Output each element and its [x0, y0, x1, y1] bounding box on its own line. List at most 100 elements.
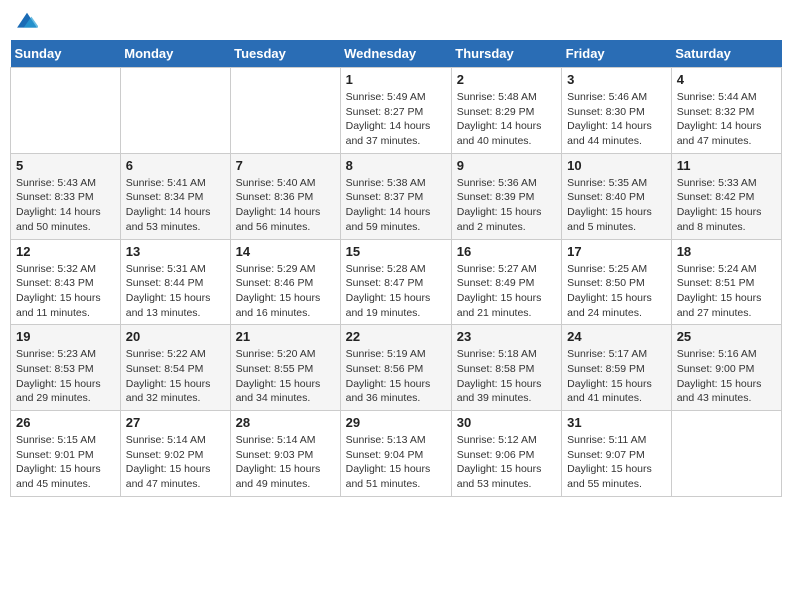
day-cell: 14 Sunrise: 5:29 AM Sunset: 8:46 PM Dayli… — [230, 239, 340, 325]
day-cell — [11, 68, 121, 154]
day-info: Sunrise: 5:46 AM Sunset: 8:30 PM Dayligh… — [567, 90, 666, 149]
day-number: 10 — [567, 158, 666, 173]
week-row-1: 1 Sunrise: 5:49 AM Sunset: 8:27 PM Daylig… — [11, 68, 782, 154]
week-row-4: 19 Sunrise: 5:23 AM Sunset: 8:53 PM Dayli… — [11, 325, 782, 411]
day-cell: 22 Sunrise: 5:19 AM Sunset: 8:56 PM Dayli… — [340, 325, 451, 411]
day-cell: 23 Sunrise: 5:18 AM Sunset: 8:58 PM Dayli… — [451, 325, 561, 411]
day-cell: 5Sunrise: 5:43 AM Sunset: 8:33 PM Daylig… — [11, 153, 121, 239]
day-number: 13 — [126, 244, 225, 259]
day-info: Sunrise: 5:35 AM Sunset: 8:40 PM Dayligh… — [567, 176, 666, 235]
day-cell: 17 Sunrise: 5:25 AM Sunset: 8:50 PM Dayli… — [562, 239, 672, 325]
day-cell — [230, 68, 340, 154]
day-number: 12 — [16, 244, 115, 259]
calendar: SundayMondayTuesdayWednesdayThursdayFrid… — [10, 40, 782, 497]
day-info: Sunrise: 5:36 AM Sunset: 8:39 PM Dayligh… — [457, 176, 556, 235]
day-cell: 31 Sunrise: 5:11 AM Sunset: 9:07 PM Dayli… — [562, 411, 672, 497]
day-cell: 16 Sunrise: 5:27 AM Sunset: 8:49 PM Dayli… — [451, 239, 561, 325]
day-number: 25 — [677, 329, 776, 344]
day-number: 6 — [126, 158, 225, 173]
logo-icon — [16, 10, 38, 32]
day-cell: 7 Sunrise: 5:40 AM Sunset: 8:36 PM Daylig… — [230, 153, 340, 239]
day-header-saturday: Saturday — [671, 40, 781, 68]
day-info: Sunrise: 5:27 AM Sunset: 8:49 PM Dayligh… — [457, 262, 556, 321]
day-number: 14 — [236, 244, 335, 259]
day-cell: 2 Sunrise: 5:48 AM Sunset: 8:29 PM Daylig… — [451, 68, 561, 154]
day-number: 20 — [126, 329, 225, 344]
day-info: Sunrise: 5:11 AM Sunset: 9:07 PM Dayligh… — [567, 433, 666, 492]
logo — [14, 10, 38, 32]
day-header-friday: Friday — [562, 40, 672, 68]
day-info: Sunrise: 5:28 AM Sunset: 8:47 PM Dayligh… — [346, 262, 446, 321]
day-number: 22 — [346, 329, 446, 344]
day-number: 17 — [567, 244, 666, 259]
day-info: Sunrise: 5:15 AM Sunset: 9:01 PM Dayligh… — [16, 433, 115, 492]
day-number: 1 — [346, 72, 446, 87]
day-info: Sunrise: 5:23 AM Sunset: 8:53 PM Dayligh… — [16, 347, 115, 406]
day-number: 30 — [457, 415, 556, 430]
day-info: Sunrise: 5:32 AM Sunset: 8:43 PM Dayligh… — [16, 262, 115, 321]
day-cell: 4 Sunrise: 5:44 AM Sunset: 8:32 PM Daylig… — [671, 68, 781, 154]
day-number: 4 — [677, 72, 776, 87]
day-number: 16 — [457, 244, 556, 259]
day-cell: 9Sunrise: 5:36 AM Sunset: 8:39 PM Daylig… — [451, 153, 561, 239]
day-number: 26 — [16, 415, 115, 430]
day-info: Sunrise: 5:33 AM Sunset: 8:42 PM Dayligh… — [677, 176, 776, 235]
day-info: Sunrise: 5:40 AM Sunset: 8:36 PM Dayligh… — [236, 176, 335, 235]
day-number: 29 — [346, 415, 446, 430]
day-number: 15 — [346, 244, 446, 259]
day-info: Sunrise: 5:13 AM Sunset: 9:04 PM Dayligh… — [346, 433, 446, 492]
day-info: Sunrise: 5:22 AM Sunset: 8:54 PM Dayligh… — [126, 347, 225, 406]
day-number: 31 — [567, 415, 666, 430]
day-cell: 11 Sunrise: 5:33 AM Sunset: 8:42 PM Dayli… — [671, 153, 781, 239]
day-number: 23 — [457, 329, 556, 344]
day-info: Sunrise: 5:17 AM Sunset: 8:59 PM Dayligh… — [567, 347, 666, 406]
day-info: Sunrise: 5:48 AM Sunset: 8:29 PM Dayligh… — [457, 90, 556, 149]
day-info: Sunrise: 5:43 AM Sunset: 8:33 PM Dayligh… — [16, 176, 115, 235]
day-number: 21 — [236, 329, 335, 344]
day-info: Sunrise: 5:31 AM Sunset: 8:44 PM Dayligh… — [126, 262, 225, 321]
day-cell: 20 Sunrise: 5:22 AM Sunset: 8:54 PM Dayli… — [120, 325, 230, 411]
day-info: Sunrise: 5:29 AM Sunset: 8:46 PM Dayligh… — [236, 262, 335, 321]
day-info: Sunrise: 5:14 AM Sunset: 9:02 PM Dayligh… — [126, 433, 225, 492]
day-header-tuesday: Tuesday — [230, 40, 340, 68]
week-row-5: 26 Sunrise: 5:15 AM Sunset: 9:01 PM Dayli… — [11, 411, 782, 497]
day-cell: 24Sunrise: 5:17 AM Sunset: 8:59 PM Dayli… — [562, 325, 672, 411]
day-cell: 21Sunrise: 5:20 AM Sunset: 8:55 PM Dayli… — [230, 325, 340, 411]
day-cell: 8Sunrise: 5:38 AM Sunset: 8:37 PM Daylig… — [340, 153, 451, 239]
day-info: Sunrise: 5:38 AM Sunset: 8:37 PM Dayligh… — [346, 176, 446, 235]
day-info: Sunrise: 5:16 AM Sunset: 9:00 PM Dayligh… — [677, 347, 776, 406]
day-number: 28 — [236, 415, 335, 430]
day-cell: 15 Sunrise: 5:28 AM Sunset: 8:47 PM Dayli… — [340, 239, 451, 325]
day-cell: 10 Sunrise: 5:35 AM Sunset: 8:40 PM Dayli… — [562, 153, 672, 239]
day-info: Sunrise: 5:18 AM Sunset: 8:58 PM Dayligh… — [457, 347, 556, 406]
day-info: Sunrise: 5:41 AM Sunset: 8:34 PM Dayligh… — [126, 176, 225, 235]
day-header-monday: Monday — [120, 40, 230, 68]
day-cell: 6 Sunrise: 5:41 AM Sunset: 8:34 PM Daylig… — [120, 153, 230, 239]
day-cell — [120, 68, 230, 154]
day-cell: 27Sunrise: 5:14 AM Sunset: 9:02 PM Dayli… — [120, 411, 230, 497]
day-number: 11 — [677, 158, 776, 173]
day-info: Sunrise: 5:25 AM Sunset: 8:50 PM Dayligh… — [567, 262, 666, 321]
day-cell: 25 Sunrise: 5:16 AM Sunset: 9:00 PM Dayli… — [671, 325, 781, 411]
day-info: Sunrise: 5:14 AM Sunset: 9:03 PM Dayligh… — [236, 433, 335, 492]
day-cell: 1 Sunrise: 5:49 AM Sunset: 8:27 PM Daylig… — [340, 68, 451, 154]
day-number: 3 — [567, 72, 666, 87]
day-info: Sunrise: 5:44 AM Sunset: 8:32 PM Dayligh… — [677, 90, 776, 149]
day-number: 7 — [236, 158, 335, 173]
day-info: Sunrise: 5:24 AM Sunset: 8:51 PM Dayligh… — [677, 262, 776, 321]
day-cell: 12 Sunrise: 5:32 AM Sunset: 8:43 PM Dayli… — [11, 239, 121, 325]
week-row-3: 12 Sunrise: 5:32 AM Sunset: 8:43 PM Dayli… — [11, 239, 782, 325]
day-header-sunday: Sunday — [11, 40, 121, 68]
day-info: Sunrise: 5:19 AM Sunset: 8:56 PM Dayligh… — [346, 347, 446, 406]
week-row-2: 5Sunrise: 5:43 AM Sunset: 8:33 PM Daylig… — [11, 153, 782, 239]
day-cell: 19 Sunrise: 5:23 AM Sunset: 8:53 PM Dayli… — [11, 325, 121, 411]
day-cell: 18 Sunrise: 5:24 AM Sunset: 8:51 PM Dayli… — [671, 239, 781, 325]
day-number: 2 — [457, 72, 556, 87]
day-info: Sunrise: 5:49 AM Sunset: 8:27 PM Dayligh… — [346, 90, 446, 149]
day-number: 19 — [16, 329, 115, 344]
day-cell: 26 Sunrise: 5:15 AM Sunset: 9:01 PM Dayli… — [11, 411, 121, 497]
day-cell: 28 Sunrise: 5:14 AM Sunset: 9:03 PM Dayli… — [230, 411, 340, 497]
day-header-thursday: Thursday — [451, 40, 561, 68]
day-cell: 3 Sunrise: 5:46 AM Sunset: 8:30 PM Daylig… — [562, 68, 672, 154]
day-number: 18 — [677, 244, 776, 259]
